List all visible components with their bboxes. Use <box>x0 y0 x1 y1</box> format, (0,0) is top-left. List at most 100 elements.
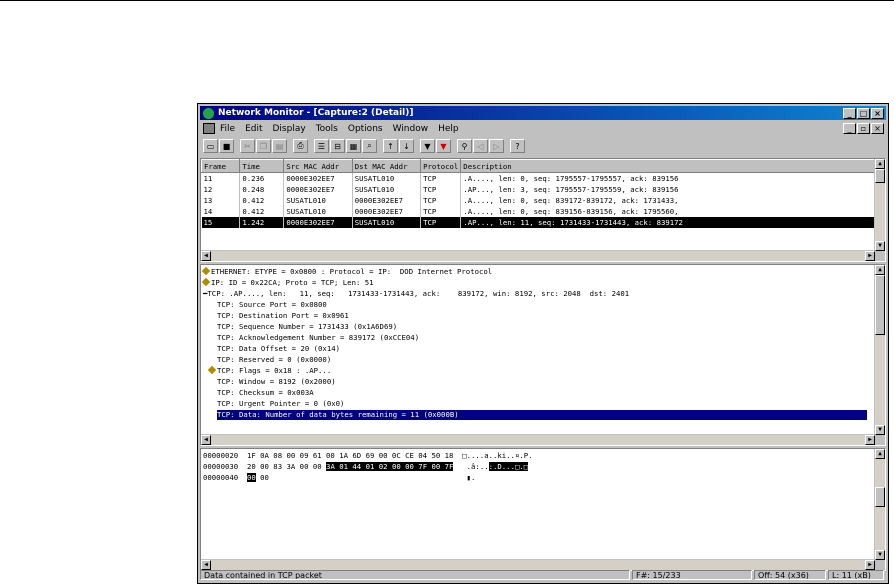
cell: 1.242 <box>239 217 285 228</box>
detail-line[interactable]: TCP: Window = 8192 (0x2000) <box>217 377 336 387</box>
scroll-down-icon[interactable]: ▼ <box>875 550 885 560</box>
scroll-thumb[interactable] <box>875 275 885 335</box>
cell: TCP <box>420 184 462 195</box>
menu-options[interactable]: Options <box>348 124 383 134</box>
menu-tools[interactable]: Tools <box>316 124 338 134</box>
col-time[interactable]: Time <box>239 159 285 173</box>
status-frame: F#: 15/233 <box>632 570 752 580</box>
find-icon[interactable]: ⚲ <box>457 139 472 153</box>
cell: 12 <box>201 184 241 195</box>
cell: 0000E302EE7 <box>352 195 422 206</box>
menu-file[interactable]: File <box>220 124 235 134</box>
network-monitor-icon <box>203 107 214 119</box>
hex-pane[interactable]: 00000020 1F 0A 08 00 09 61 00 1A 6D 69 0… <box>200 448 886 571</box>
cut-icon[interactable]: ✂ <box>240 139 255 153</box>
open-icon[interactable]: ▭ <box>203 139 218 153</box>
col-src-mac[interactable]: Src MAC Addr <box>283 159 353 173</box>
paste-icon[interactable]: ▤ <box>272 139 287 153</box>
scroll-up-icon[interactable]: ▲ <box>875 159 885 169</box>
child-minimize-button[interactable]: _ <box>843 123 856 134</box>
print-icon[interactable]: ⎙ <box>293 139 308 153</box>
scroll-thumb[interactable] <box>875 487 885 507</box>
expand-icon[interactable] <box>207 365 217 375</box>
save-icon[interactable]: ■ <box>219 139 234 153</box>
summary-horizontal-scrollbar[interactable]: ◀ ▶ <box>201 250 875 261</box>
menu-window[interactable]: Window <box>393 124 429 134</box>
detail-line[interactable]: TCP: Urgent Pointer = 0 (0x0) <box>217 399 344 409</box>
col-protocol[interactable]: Protocol <box>420 159 462 173</box>
maximize-button[interactable]: □ <box>857 108 870 119</box>
status-length: L: 11 (xB) <box>828 570 884 580</box>
previous-frame-icon[interactable]: ↑ <box>383 139 398 153</box>
scroll-thumb[interactable] <box>875 169 885 183</box>
find-next-icon[interactable]: ▷ <box>489 139 504 153</box>
minimize-button[interactable]: _ <box>843 108 856 119</box>
child-restore-button[interactable]: ▫ <box>857 123 870 134</box>
next-frame-icon[interactable]: ↓ <box>399 139 414 153</box>
summary-pane-icon[interactable]: ☰ <box>314 139 329 153</box>
expand-icon[interactable] <box>201 277 211 287</box>
detail-line[interactable]: TCP: Destination Port = 0x0961 <box>217 311 349 321</box>
detail-line[interactable]: TCP: Checksum = 0x003A <box>217 388 314 398</box>
cell: TCP <box>420 217 462 228</box>
table-row[interactable]: 13 0.412 SUSATL010 0000E302EE7 TCP .A...., le… <box>201 195 885 206</box>
scroll-left-icon[interactable]: ◀ <box>201 251 211 261</box>
summary-vertical-scrollbar[interactable]: ▲ ▼ <box>874 159 885 251</box>
title-bar[interactable]: Network Monitor - [Capture:2 (Detail)] _… <box>200 106 886 120</box>
hex-line[interactable]: 00000030 20 00 83 3A 00 00 3A 01 44 01 0… <box>203 462 529 472</box>
detail-line[interactable]: TCP: Reserved = 0 (0x0000) <box>217 355 331 365</box>
detail-line[interactable]: TCP: Sequence Number = 1731433 (0x1A6D69… <box>217 322 397 332</box>
scroll-up-icon[interactable]: ▲ <box>875 449 885 459</box>
col-description[interactable]: Description <box>460 159 885 173</box>
menu-edit[interactable]: Edit <box>245 124 262 134</box>
detail-line[interactable]: ━TCP: .AP...., len: 11, seq: 1731433-173… <box>203 289 629 299</box>
frame-summary-pane[interactable]: Frame Time Src MAC Addr Dst MAC Addr Pro… <box>200 158 886 262</box>
detail-horizontal-scrollbar[interactable]: ◀ ▶ <box>201 434 875 445</box>
cell: 0.412 <box>239 206 285 217</box>
filter-icon[interactable]: ▼ <box>420 139 435 153</box>
mdi-child-icon[interactable] <box>203 123 215 134</box>
cell: .AP..., len: 3, seq: 1795557-1795559, ac… <box>460 184 885 195</box>
scroll-up-icon[interactable]: ▲ <box>875 265 885 275</box>
cell: 0000E302EE7 <box>283 217 353 228</box>
hex-line[interactable]: 00000020 1F 0A 08 00 09 61 00 1A 6D 69 0… <box>203 451 533 461</box>
detail-line[interactable]: TCP: Source Port = 0x0800 <box>217 300 327 310</box>
scroll-left-icon[interactable]: ◀ <box>201 435 211 445</box>
copy-icon[interactable]: ❐ <box>256 139 271 153</box>
child-close-button[interactable]: × <box>871 123 884 134</box>
col-dst-mac[interactable]: Dst MAC Addr <box>351 159 422 173</box>
detail-line[interactable]: TCP: Acknowledgement Number = 839172 (0x… <box>217 333 419 343</box>
hex-line[interactable]: 00000040 00 00 ▮. <box>203 473 475 483</box>
expand-icon[interactable] <box>201 266 211 276</box>
scroll-right-icon[interactable]: ▶ <box>865 435 875 445</box>
cell: 14 <box>201 206 241 217</box>
detail-pane-icon[interactable]: ⊟ <box>330 139 345 153</box>
hex-vertical-scrollbar[interactable]: ▲ ▼ <box>874 449 885 560</box>
table-row[interactable]: 11 0.236 0000E302EE7 SUSATL010 TCP .A...., le… <box>201 172 885 184</box>
hex-pane-icon[interactable]: ▦ <box>346 139 361 153</box>
detail-vertical-scrollbar[interactable]: ▲ ▼ <box>874 265 885 435</box>
scroll-right-icon[interactable]: ▶ <box>865 251 875 261</box>
detail-line[interactable]: TCP: Flags = 0x18 : .AP... <box>207 365 331 376</box>
help-icon[interactable]: ? <box>510 139 525 153</box>
table-row[interactable]: 12 0.248 0000E302EE7 SUSATL010 TCP .AP..., le… <box>201 184 885 195</box>
scroll-down-icon[interactable]: ▼ <box>875 241 885 251</box>
filter-off-icon[interactable]: ▼ <box>436 139 451 153</box>
detail-line-selected[interactable]: TCP: Data: Number of data bytes remainin… <box>217 410 867 420</box>
find-previous-icon[interactable]: ◁ <box>473 139 488 153</box>
cell: 0.412 <box>239 195 285 206</box>
status-bar: Data contained in TCP packet F#: 15/233 … <box>200 569 886 581</box>
frame-detail-pane[interactable]: ETHERNET: ETYPE = 0x0800 : Protocol = IP… <box>200 264 886 446</box>
zoom-icon[interactable]: ⌕ <box>362 139 377 153</box>
table-row-selected[interactable]: 15 1.242 0000E302EE7 SUSATL010 TCP .AP..., le… <box>201 217 885 228</box>
close-button[interactable]: × <box>871 108 884 119</box>
scroll-down-icon[interactable]: ▼ <box>875 425 885 435</box>
detail-line[interactable]: IP: ID = 0x22CA; Proto = TCP; Len: 51 <box>201 277 374 288</box>
table-row[interactable]: 14 0.412 SUSATL010 0000E302EE7 TCP .A...., le… <box>201 206 885 217</box>
cell: 13 <box>201 195 241 206</box>
menu-display[interactable]: Display <box>273 124 306 134</box>
menu-help[interactable]: Help <box>438 124 459 134</box>
detail-line[interactable]: ETHERNET: ETYPE = 0x0800 : Protocol = IP… <box>201 266 492 277</box>
detail-line[interactable]: TCP: Data Offset = 20 (0x14) <box>217 344 340 354</box>
col-frame[interactable]: Frame <box>201 159 241 173</box>
